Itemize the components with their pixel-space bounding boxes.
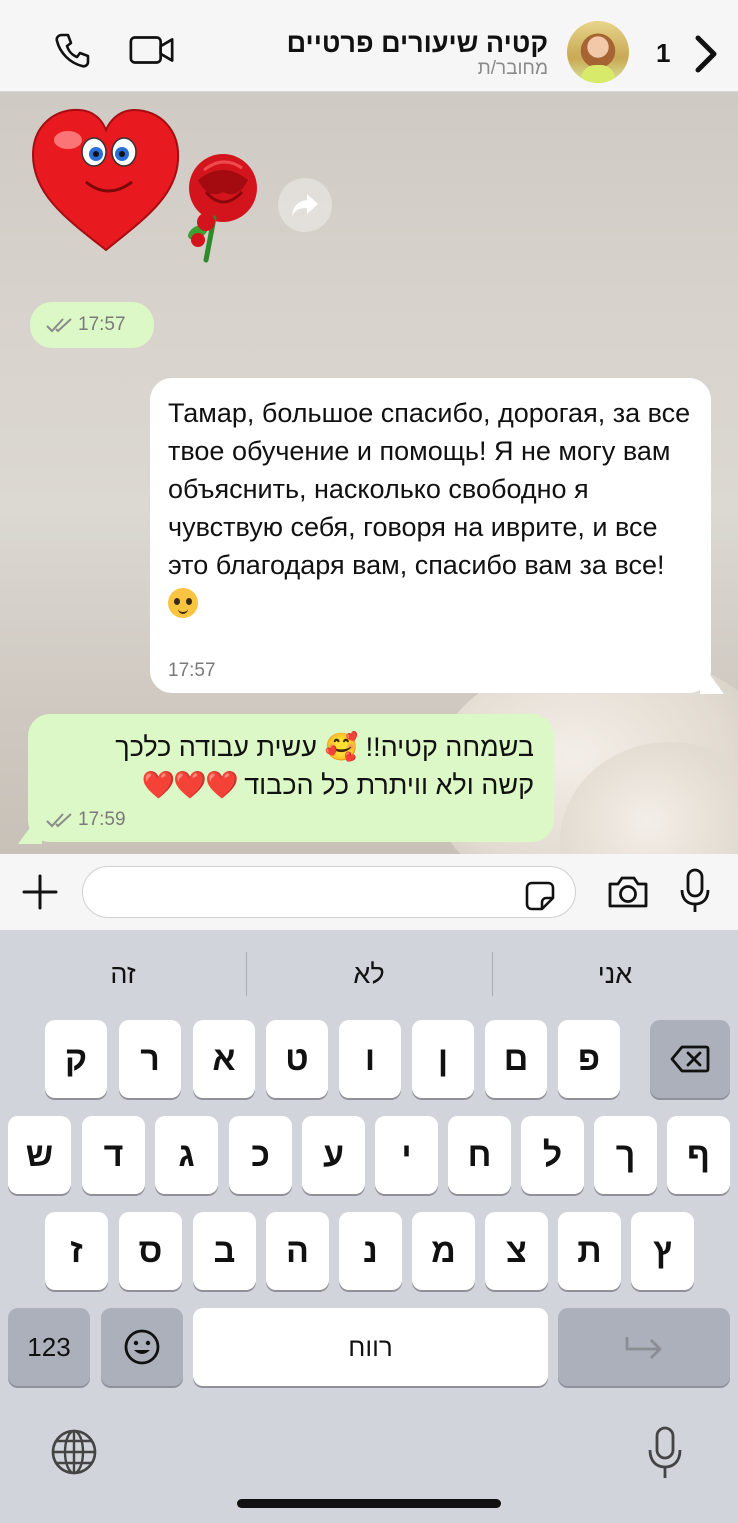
key[interactable]: ך <box>594 1116 657 1194</box>
key[interactable]: ת <box>558 1212 621 1290</box>
key[interactable]: מ <box>412 1212 475 1290</box>
hearts-emoji: ❤️❤️❤️ <box>141 770 239 800</box>
key[interactable]: ף <box>667 1116 730 1194</box>
unread-count: 1 <box>656 38 671 68</box>
message-time: 17:59 <box>78 809 126 830</box>
key[interactable]: ל <box>521 1116 584 1194</box>
key[interactable]: ז <box>45 1212 108 1290</box>
read-ticks-icon <box>46 813 72 828</box>
phone-icon[interactable] <box>48 26 96 74</box>
emoji-icon <box>124 1329 160 1365</box>
message-line-1: בשמחה קטיה!! 🥰 עשית עבודה כלכך <box>115 732 534 762</box>
contact-name[interactable]: קטיה שיעורים פרטיים <box>287 28 548 59</box>
message-text: בשמחה קטיה!! 🥰 עשית עבודה כלכך קשה ולא ו… <box>44 728 534 804</box>
compose-bar <box>0 854 738 930</box>
key[interactable]: ה <box>266 1212 329 1290</box>
key[interactable]: ע <box>302 1116 365 1194</box>
backspace-icon <box>670 1045 710 1073</box>
return-icon <box>625 1337 662 1359</box>
globe-icon[interactable] <box>50 1428 98 1476</box>
emoji-key[interactable] <box>101 1308 183 1386</box>
outgoing-message-bubble[interactable]: בשמחה קטיה!! 🥰 עשית עבודה כלכך קשה ולא ו… <box>28 714 554 842</box>
key[interactable]: ח <box>448 1116 511 1194</box>
chevron-back-icon[interactable] <box>690 34 720 74</box>
keyboard: זה לא אני ק ר א ט ו ן ם פ ש ד ג כ ע י ח … <box>0 930 738 1523</box>
space-key[interactable]: רווח <box>193 1308 548 1386</box>
forward-button[interactable] <box>278 178 332 232</box>
return-key[interactable] <box>558 1308 730 1386</box>
key[interactable]: נ <box>339 1212 402 1290</box>
key[interactable]: ם <box>485 1020 547 1098</box>
forward-icon <box>292 194 318 216</box>
key[interactable]: ן <box>412 1020 474 1098</box>
key[interactable]: ץ <box>631 1212 694 1290</box>
key[interactable]: ב <box>193 1212 256 1290</box>
numbers-key[interactable]: 123 <box>8 1308 90 1386</box>
key[interactable]: צ <box>485 1212 548 1290</box>
incoming-message-bubble[interactable]: Тамар, большое спасибо, дорогая, за все … <box>150 378 711 693</box>
key[interactable]: ש <box>8 1116 71 1194</box>
heart-rose-sticker[interactable] <box>28 100 268 270</box>
key[interactable]: ס <box>119 1212 182 1290</box>
home-indicator <box>237 1499 501 1508</box>
contact-status: מחובר/ת <box>477 58 548 79</box>
key[interactable]: א <box>193 1020 255 1098</box>
sticker-timestamp-bubble: 17:57 <box>30 302 154 348</box>
chat-area[interactable]: 17:57 Тамар, большое спасибо, дорогая, з… <box>0 92 738 854</box>
video-icon[interactable] <box>128 26 176 74</box>
camera-icon[interactable] <box>606 872 650 912</box>
message-line-2: קשה ולא וויתרת כל הכבוד <box>244 770 534 800</box>
message-input[interactable] <box>82 866 576 918</box>
dictation-mic-icon[interactable] <box>646 1426 684 1480</box>
pleading-face-emoji <box>168 588 198 618</box>
read-ticks-icon <box>46 318 72 333</box>
plus-icon[interactable] <box>20 872 60 912</box>
key[interactable]: ט <box>266 1020 328 1098</box>
backspace-key[interactable] <box>650 1020 730 1098</box>
key[interactable]: ק <box>45 1020 107 1098</box>
avatar[interactable] <box>567 21 629 83</box>
key[interactable]: ר <box>119 1020 181 1098</box>
suggestion-right[interactable]: אני <box>492 930 738 1018</box>
message-time: 17:57 <box>168 660 216 681</box>
suggestion-left[interactable]: זה <box>0 930 246 1018</box>
key[interactable]: פ <box>558 1020 620 1098</box>
key[interactable]: כ <box>229 1116 292 1194</box>
mic-icon[interactable] <box>678 868 712 914</box>
message-text: Тамар, большое спасибо, дорогая, за все … <box>168 398 691 580</box>
key[interactable]: י <box>375 1116 438 1194</box>
message-time: 17:57 <box>78 314 126 335</box>
suggestion-middle[interactable]: לא <box>246 930 492 1018</box>
sticker-icon[interactable] <box>524 880 556 912</box>
key[interactable]: ו <box>339 1020 401 1098</box>
chat-header: קטיה שיעורים פרטיים מחובר/ת 1 <box>0 0 738 92</box>
key[interactable]: ג <box>155 1116 218 1194</box>
key[interactable]: ד <box>82 1116 145 1194</box>
